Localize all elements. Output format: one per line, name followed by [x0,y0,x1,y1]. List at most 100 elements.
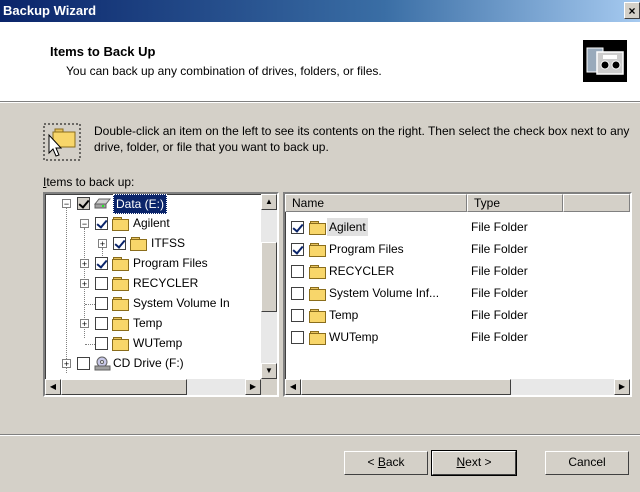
next-button[interactable]: Next > [431,450,517,476]
folder-pointer-icon [43,123,81,161]
scroll-left-button[interactable]: ◀ [45,379,61,395]
folder-icon [112,317,129,331]
tree-checkbox[interactable] [95,297,108,310]
scroll-right-button[interactable]: ▶ [614,379,630,395]
title-bar: Backup Wizard × [0,0,640,22]
folder-icon [309,287,326,301]
expand-toggle[interactable]: + [80,259,89,269]
instructions-text: Double-click an item on the left to see … [94,124,630,154]
page-subtitle: You can back up any combination of drive… [66,64,382,78]
items-label-rest: tems to back up: [46,175,135,189]
list-checkbox[interactable] [291,243,304,256]
footer-divider-highlight [0,435,640,436]
list-item-type: File Folder [471,242,528,256]
header-divider [0,102,640,103]
close-button[interactable]: × [624,2,640,19]
tree-checkbox[interactable] [95,317,108,330]
list-item-wutemp[interactable]: WUTemp File Folder [291,328,561,348]
window-title: Backup Wizard [3,3,97,18]
tree-checkbox[interactable] [77,357,90,370]
expand-toggle[interactable]: + [62,359,71,369]
list-item-name: RECYCLER [329,264,395,278]
list-item-type: File Folder [471,264,528,278]
back-button[interactable]: < Back [344,451,428,475]
list-item-type: File Folder [471,220,528,234]
list-item-name: Temp [329,308,359,322]
next-button-rest: ext > [465,455,492,469]
folder-icon [112,337,129,351]
folder-icon [309,265,326,279]
list-item-name: System Volume Inf... [329,286,440,300]
list-item-system-volume[interactable]: System Volume Inf... File Folder [291,284,561,304]
list-checkbox[interactable] [291,265,304,278]
page-title: Items to Back Up [50,44,156,59]
collapse-toggle[interactable]: − [80,219,89,229]
scroll-thumb[interactable] [61,379,187,395]
expand-toggle[interactable]: + [98,239,107,249]
scroll-left-button[interactable]: ◀ [285,379,301,395]
list-item-temp[interactable]: Temp File Folder [291,306,561,326]
scroll-thumb[interactable] [301,379,511,395]
list-item-type: File Folder [471,330,528,344]
tree-checkbox[interactable] [95,217,108,230]
folder-icon [309,243,326,257]
list-item-name: Agilent [327,218,368,236]
tree-checkbox[interactable] [77,197,90,210]
tree-item-label: Program Files [133,256,208,270]
file-list[interactable]: Name Type Agilent File Folder Program Fi… [283,192,632,397]
folder-icon [309,309,326,323]
tree-item-label: Data (E:) [113,194,168,214]
list-item-agilent[interactable]: Agilent File Folder [291,218,561,238]
tree-checkbox[interactable] [95,257,108,270]
tree-horizontal-scrollbar[interactable]: ◀ ▶ [45,379,261,395]
expand-toggle[interactable]: + [80,319,89,329]
items-to-back-up-label: Items to back up: [43,175,134,189]
tree-item-label: WUTemp [133,336,183,350]
list-item-type: File Folder [471,308,528,322]
folder-icon [112,217,129,231]
folder-icon [112,277,129,291]
back-button-accel: B [377,455,386,469]
column-header-type[interactable]: Type [467,194,563,212]
list-horizontal-scrollbar[interactable]: ◀ ▶ [285,379,630,395]
tree-item-label: Temp [133,316,163,330]
cd-drive-icon [94,356,111,371]
tree-item-label: CD Drive (F:) [113,356,184,370]
folder-icon [112,257,129,271]
list-checkbox[interactable] [291,331,304,344]
list-checkbox[interactable] [291,309,304,322]
tree-item-label: System Volume In [133,296,230,310]
scroll-up-button[interactable]: ▲ [261,194,277,210]
folder-tree[interactable]: − Data (E:) − Agilent + ITFSS + Program … [43,192,279,397]
column-header-name[interactable]: Name [285,194,467,212]
folder-icon [112,297,129,311]
folder-icon [309,221,326,235]
list-checkbox[interactable] [291,221,304,234]
column-header-empty[interactable] [563,194,630,212]
backup-wizard-icon [583,40,627,82]
tree-checkbox[interactable] [95,337,108,350]
list-item-program-files[interactable]: Program Files File Folder [291,240,561,260]
folder-icon [130,237,147,251]
tree-checkbox[interactable] [95,277,108,290]
list-checkbox[interactable] [291,287,304,300]
scroll-right-button[interactable]: ▶ [245,379,261,395]
tree-checkbox[interactable] [113,237,126,250]
cancel-button[interactable]: Cancel [545,451,629,475]
tree-item-label: ITFSS [151,236,186,250]
tree-vertical-scrollbar[interactable]: ▲ ▼ [261,194,277,379]
back-button-prefix: < [367,455,378,469]
hard-drive-icon [94,198,111,209]
expand-toggle[interactable]: + [80,279,89,289]
list-item-name: WUTemp [329,330,379,344]
tree-item-label: RECYCLER [133,276,199,290]
list-item-recycler[interactable]: RECYCLER File Folder [291,262,561,282]
list-item-type: File Folder [471,286,528,300]
list-item-name: Program Files [329,242,404,256]
wizard-header: Items to Back Up You can back up any com… [0,22,640,102]
folder-icon [309,331,326,345]
scroll-thumb[interactable] [261,242,277,312]
scroll-down-button[interactable]: ▼ [261,363,277,379]
collapse-toggle[interactable]: − [62,199,71,209]
tree-item-label: Agilent [133,216,170,230]
